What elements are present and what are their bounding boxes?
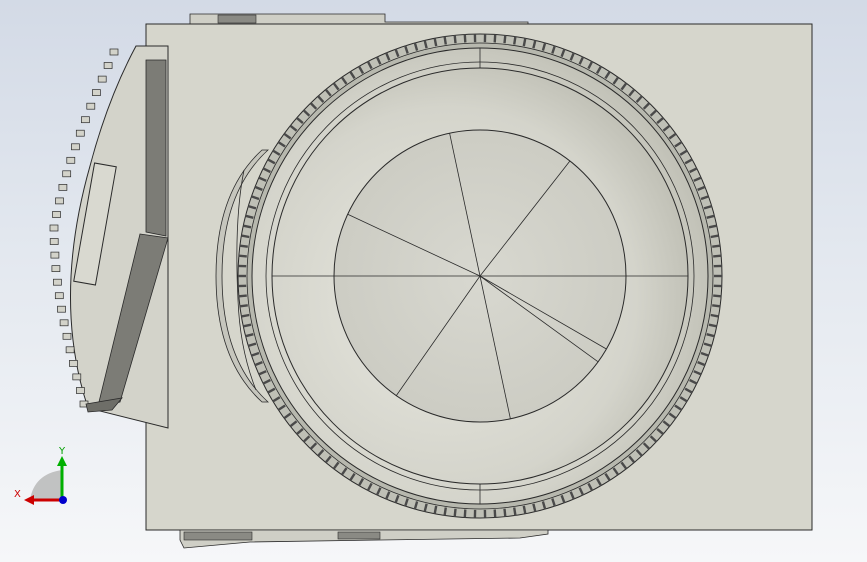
ring-tooth <box>708 224 717 229</box>
lever-tooth <box>57 305 66 313</box>
ring-tooth <box>522 38 527 47</box>
lever-tooth <box>49 224 59 232</box>
ring-tooth <box>433 505 438 514</box>
ring-tooth <box>453 508 457 517</box>
ring-tooth <box>243 323 252 328</box>
x-axis-arrow-icon <box>24 495 34 505</box>
lever-tooth <box>75 129 85 137</box>
graphics-viewport[interactable]: Y X <box>0 0 867 562</box>
top-slider-rail <box>189 13 529 25</box>
lever-tooth <box>92 89 101 96</box>
ring-tooth <box>503 508 507 517</box>
lever-tooth <box>55 197 64 205</box>
ring-tooth <box>712 244 721 248</box>
lever-tooth <box>97 75 107 83</box>
lever-tooth <box>69 360 78 367</box>
y-axis-label: Y <box>58 446 66 457</box>
ring-tooth <box>522 505 527 514</box>
ring-tooth <box>239 304 248 308</box>
lever-tooth <box>103 62 113 69</box>
lever-tooth <box>54 292 64 300</box>
ring-tooth <box>238 294 247 298</box>
lever-tooth <box>72 373 82 381</box>
ring-tooth <box>713 294 722 298</box>
lever-tooth <box>81 116 90 124</box>
ring-tooth <box>513 36 517 45</box>
ring-tooth <box>443 36 447 45</box>
ring-tooth <box>443 507 447 516</box>
lever-tooth <box>52 211 61 218</box>
y-axis-arrow-icon <box>57 456 67 466</box>
lever-tooth <box>53 278 62 286</box>
cad-model-view[interactable]: Y X <box>0 0 867 562</box>
ring-tooth <box>708 323 717 328</box>
bottom-slider-rail <box>179 529 549 549</box>
ring-tooth <box>453 35 457 44</box>
ring-tooth <box>433 38 438 47</box>
ring-tooth <box>243 224 252 229</box>
lever-tooth <box>71 143 80 151</box>
lever-tooth <box>59 319 69 327</box>
ring-tooth <box>710 234 719 239</box>
lever-tooth <box>62 332 72 340</box>
ring-tooth <box>503 35 507 44</box>
lever-tooth <box>62 170 72 178</box>
lever-tooth <box>66 156 76 164</box>
x-axis-label: X <box>14 489 21 500</box>
toothed-lever <box>49 45 169 429</box>
lever-tooth <box>65 346 75 354</box>
lever-tooth <box>58 184 68 191</box>
lever-tooth <box>76 387 85 394</box>
lever-tooth <box>109 48 119 56</box>
ring-tooth <box>710 313 719 318</box>
ring-tooth <box>241 234 250 239</box>
ring-tooth <box>238 254 247 258</box>
ring-tooth <box>463 509 467 518</box>
ring-tooth <box>713 254 722 258</box>
ring-tooth <box>712 304 721 308</box>
ring-tooth <box>463 34 467 43</box>
ring-tooth <box>239 244 248 248</box>
coordinate-triad: Y X <box>14 446 67 505</box>
ring-tooth <box>493 34 497 43</box>
lever-tooth <box>86 102 96 110</box>
ring-tooth <box>241 313 250 318</box>
z-axis-dot-icon <box>59 496 67 504</box>
lever-tooth <box>49 238 59 245</box>
ring-tooth <box>513 507 517 516</box>
ring-tooth <box>493 509 497 518</box>
lever-tooth <box>50 251 60 259</box>
lever-tooth <box>51 265 61 272</box>
